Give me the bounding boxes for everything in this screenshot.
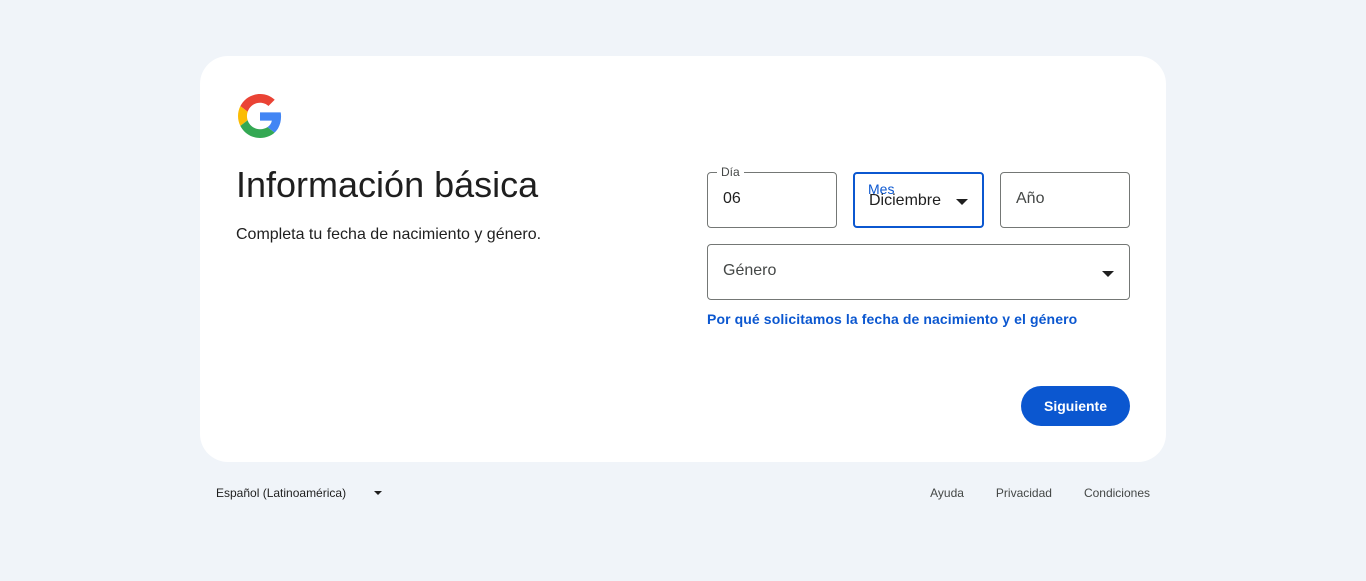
help-link[interactable]: Ayuda — [930, 486, 964, 500]
signup-card: Información básica Completa tu fecha de … — [200, 56, 1166, 462]
year-placeholder[interactable]: Año — [1016, 190, 1044, 208]
gender-select[interactable]: Género — [707, 244, 1130, 300]
next-button[interactable]: Siguiente — [1021, 386, 1130, 426]
chevron-down-icon[interactable] — [956, 199, 968, 205]
day-label: Día — [717, 165, 744, 179]
language-selector[interactable]: Español (Latinoamérica) — [216, 486, 346, 500]
month-select[interactable]: Mes Diciembre — [853, 172, 984, 228]
chevron-down-icon[interactable] — [1102, 271, 1114, 277]
terms-link[interactable]: Condiciones — [1084, 486, 1150, 500]
why-birthday-gender-link[interactable]: Por qué solicitamos la fecha de nacimien… — [707, 311, 1077, 327]
page-subtitle: Completa tu fecha de nacimiento y género… — [236, 226, 542, 243]
gender-placeholder[interactable]: Género — [723, 262, 776, 280]
footer-links: Ayuda Privacidad Condiciones — [930, 486, 1150, 500]
chevron-down-icon[interactable] — [374, 491, 382, 495]
privacy-link[interactable]: Privacidad — [996, 486, 1052, 500]
day-value[interactable]: 06 — [723, 190, 741, 208]
page-title: Información básica — [236, 164, 539, 205]
year-field[interactable]: Año — [1000, 172, 1130, 228]
day-field[interactable]: Día 06 — [707, 165, 837, 228]
month-value[interactable]: Diciembre — [869, 192, 941, 210]
footer: Español (Latinoamérica) Ayuda Privacidad… — [200, 486, 1166, 502]
google-g-icon — [238, 94, 282, 138]
